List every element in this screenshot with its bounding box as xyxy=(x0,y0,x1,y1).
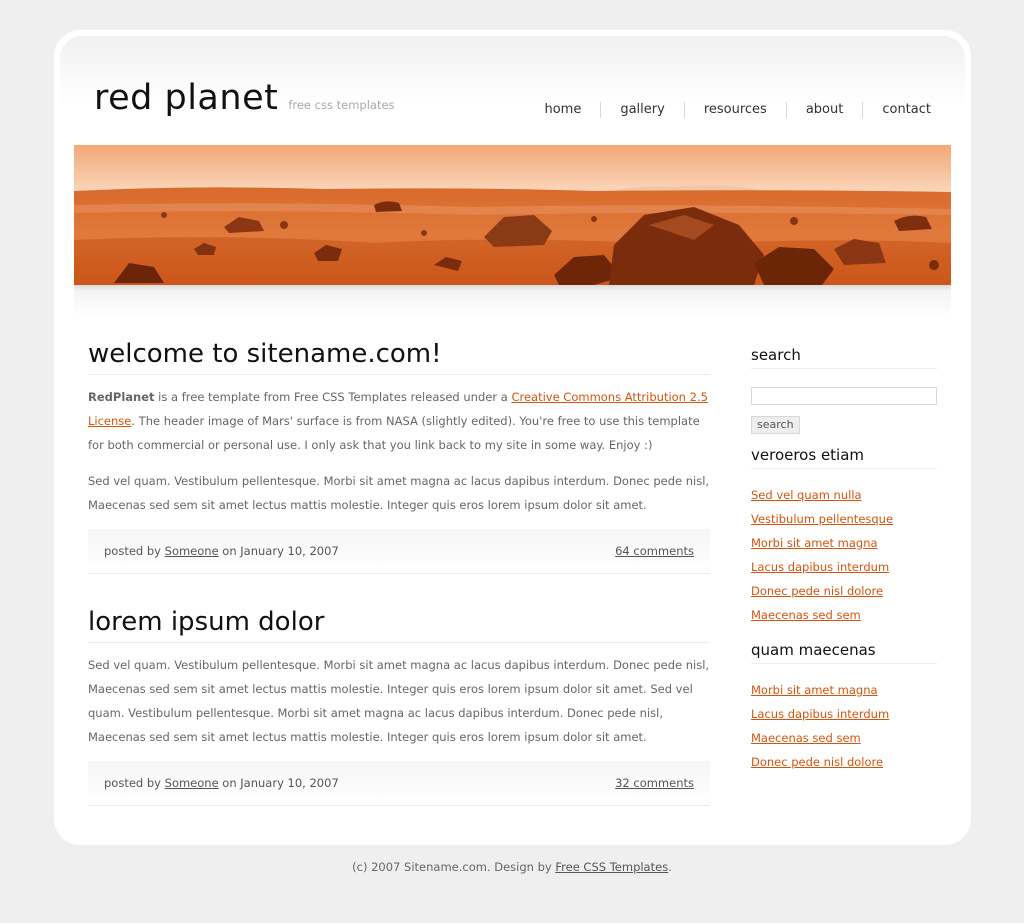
sidebar-link[interactable]: Maecenas sed sem xyxy=(751,731,861,745)
list-item: Vestibulum pellentesque xyxy=(751,507,937,531)
sidebar-heading: veroeros etiam xyxy=(751,442,937,469)
posted-by-label: posted by xyxy=(104,776,165,790)
post: lorem ipsum dolor Sed vel quam. Vestibul… xyxy=(88,604,710,806)
nav-gallery[interactable]: gallery xyxy=(600,102,683,118)
posted-by-label: posted by xyxy=(104,544,165,558)
nav-resources[interactable]: resources xyxy=(683,102,786,118)
post-paragraph: Sed vel quam. Vestibulum pellentesque. M… xyxy=(88,474,710,512)
post: welcome to sitename.com! RedPlanet is a … xyxy=(88,336,710,574)
sidebar: search search veroeros etiam Sed vel qua… xyxy=(751,342,937,774)
search-heading: search xyxy=(751,342,937,369)
list-item: Lacus dapibus interdum xyxy=(751,702,937,726)
post-paragraph: RedPlanet is a free template from Free C… xyxy=(88,385,710,457)
post-title[interactable]: welcome to sitename.com! xyxy=(88,336,710,375)
sidebar-heading: quam maecenas xyxy=(751,637,937,664)
sidebar-link[interactable]: Donec pede nisl dolore xyxy=(751,755,883,769)
post-strong: RedPlanet xyxy=(88,390,155,404)
post-body: RedPlanet is a free template from Free C… xyxy=(88,385,710,517)
sidebar-link[interactable]: Sed vel quam nulla xyxy=(751,488,862,502)
post-body: Sed vel quam. Vestibulum pellentesque. M… xyxy=(88,653,710,749)
sidebar-link[interactable]: Donec pede nisl dolore xyxy=(751,584,883,598)
list-item: Donec pede nisl dolore xyxy=(751,579,937,603)
list-item: Donec pede nisl dolore xyxy=(751,750,937,774)
post-paragraph: Sed vel quam. Vestibulum pellentesque. M… xyxy=(88,658,710,744)
list-item: Morbi sit amet magna xyxy=(751,531,937,555)
search-form: search xyxy=(751,384,937,434)
list-item: Lacus dapibus interdum xyxy=(751,555,937,579)
post-title[interactable]: lorem ipsum dolor xyxy=(88,604,710,643)
post-text: . The header image of Mars' surface is f… xyxy=(88,414,700,452)
post-byline: posted by Someone on January 10, 2007 xyxy=(104,761,339,805)
sidebar-link[interactable]: Maecenas sed sem xyxy=(751,608,861,622)
author-link[interactable]: Someone xyxy=(165,776,219,790)
sidebar-link[interactable]: Lacus dapibus interdum xyxy=(751,560,889,574)
main-nav: home gallery resources about contact xyxy=(525,102,931,118)
site-title[interactable]: red planet xyxy=(94,78,278,118)
footer-link[interactable]: Free CSS Templates xyxy=(555,860,668,874)
nav-about[interactable]: about xyxy=(785,102,863,118)
footer-text: . xyxy=(668,860,672,874)
post-meta: posted by Someone on January 10, 2007 32… xyxy=(88,761,710,806)
sidebar-link-list: Morbi sit amet magna Lacus dapibus inter… xyxy=(751,678,937,774)
site-subtitle: free css templates xyxy=(288,98,395,112)
sidebar-link-list: Sed vel quam nulla Vestibulum pellentesq… xyxy=(751,483,937,627)
nav-contact[interactable]: contact xyxy=(862,102,931,118)
search-button[interactable]: search xyxy=(751,415,800,434)
sidebar-link[interactable]: Lacus dapibus interdum xyxy=(751,707,889,721)
page-wrapper: red planet free css templates home galle… xyxy=(54,30,971,845)
main-content: welcome to sitename.com! RedPlanet is a … xyxy=(88,336,710,836)
post-byline: posted by Someone on January 10, 2007 xyxy=(104,529,339,573)
list-item: Maecenas sed sem xyxy=(751,726,937,750)
list-item: Maecenas sed sem xyxy=(751,603,937,627)
post-meta: posted by Someone on January 10, 2007 64… xyxy=(88,529,710,574)
comments-link[interactable]: 64 comments xyxy=(615,529,694,573)
nav-home[interactable]: home xyxy=(525,102,600,118)
logo[interactable]: red planet free css templates xyxy=(94,78,395,118)
footer-text: (c) 2007 Sitename.com. Design by xyxy=(352,860,556,874)
list-item: Sed vel quam nulla xyxy=(751,483,937,507)
post-date: on January 10, 2007 xyxy=(218,544,339,558)
comments-link[interactable]: 32 comments xyxy=(615,761,694,805)
footer: (c) 2007 Sitename.com. Design by Free CS… xyxy=(0,860,1024,874)
author-link[interactable]: Someone xyxy=(165,544,219,558)
header-shadow xyxy=(74,285,951,317)
post-text: is a free template from Free CSS Templat… xyxy=(154,390,512,404)
search-input[interactable] xyxy=(751,386,937,405)
list-item: Morbi sit amet magna xyxy=(751,678,937,702)
mars-header-image xyxy=(74,145,951,285)
sidebar-link[interactable]: Vestibulum pellentesque xyxy=(751,512,893,526)
sidebar-link[interactable]: Morbi sit amet magna xyxy=(751,683,878,697)
sidebar-link[interactable]: Morbi sit amet magna xyxy=(751,536,878,550)
post-date: on January 10, 2007 xyxy=(218,776,339,790)
